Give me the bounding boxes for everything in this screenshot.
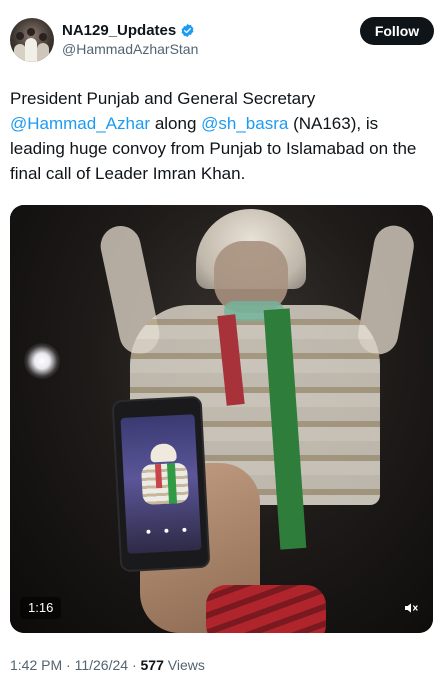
phone-control-dot — [182, 527, 187, 532]
tweet-text-part: along — [150, 114, 202, 133]
display-name[interactable]: NA129_Updates — [62, 22, 176, 39]
phone-screen — [120, 414, 202, 554]
mention-link[interactable]: @sh_basra — [201, 114, 288, 133]
avatar-figure-head — [16, 32, 24, 40]
views-count: 577 — [140, 657, 164, 673]
mention-link[interactable]: @Hammad_Azhar — [10, 114, 150, 133]
avatar-figure-head — [27, 28, 35, 36]
name-row: NA129_Updates — [62, 22, 195, 39]
meta-separator: · — [128, 657, 141, 673]
follow-button[interactable]: Follow — [360, 17, 434, 45]
phone-screen-scarf-red — [154, 463, 163, 489]
avatar-figure — [25, 38, 37, 62]
meta-separator: · — [62, 657, 75, 673]
red-sleeve — [206, 585, 326, 633]
avatar-figure — [37, 43, 49, 62]
speaker-muted-icon-svg — [405, 603, 418, 613]
tweet-date[interactable]: 11/26/24 — [75, 657, 128, 673]
tweet-header: NA129_Updates @HammadAzharStan Follow — [10, 16, 434, 64]
phone-in-hand — [111, 395, 211, 573]
phone-control-dot — [146, 529, 151, 534]
views-label: Views — [163, 657, 205, 673]
avatar[interactable] — [10, 18, 54, 62]
user-handle[interactable]: @HammadAzharStan — [62, 41, 198, 57]
phone-screen-cap — [149, 443, 177, 463]
phone-control-dot — [164, 528, 169, 533]
tweet-text: President Punjab and General Secretary @… — [10, 86, 430, 186]
tweet-text-part: President Punjab and General Secretary — [10, 89, 316, 108]
tweet-time[interactable]: 1:42 PM — [10, 657, 62, 673]
video-player[interactable]: 1:16 — [10, 205, 433, 633]
avatar-figure-head — [39, 33, 47, 41]
light-glow — [24, 343, 60, 379]
phone-screen-child — [140, 462, 190, 505]
tweet-meta: 1:42 PM · 11/26/24 · 577 Views — [10, 657, 205, 673]
video-duration: 1:16 — [20, 597, 62, 619]
verified-badge-icon — [181, 23, 194, 38]
speaker-muted-icon[interactable] — [399, 597, 423, 619]
phone-screen-controls — [146, 525, 187, 537]
